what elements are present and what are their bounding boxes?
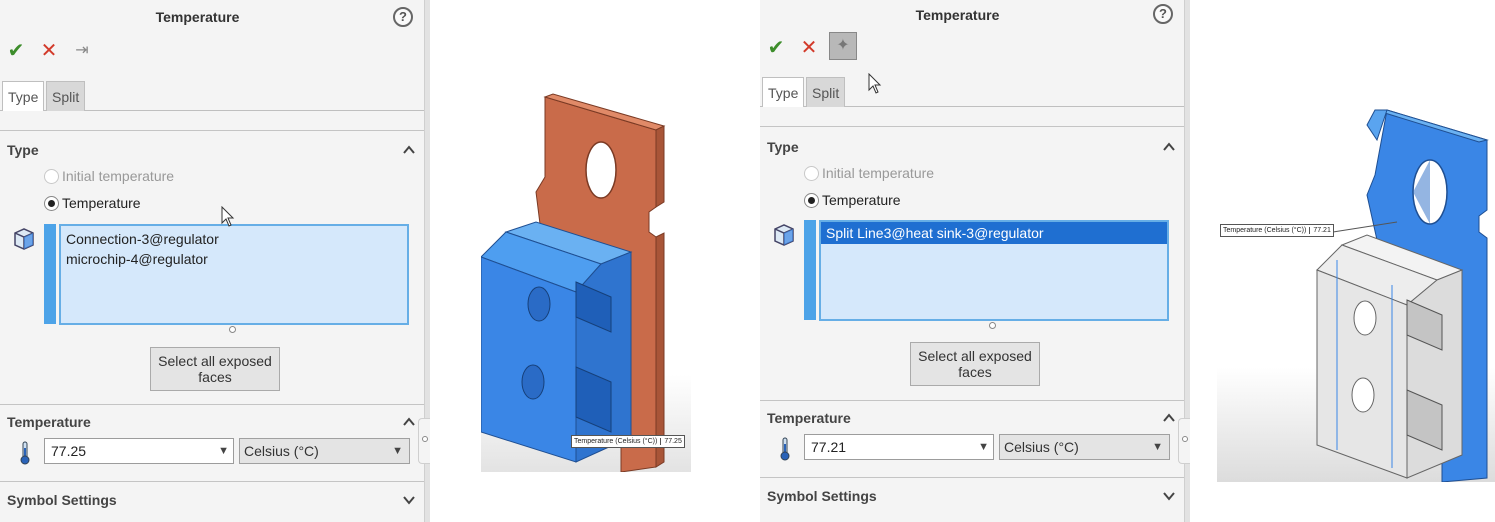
thermometer-icon [16, 440, 34, 466]
radio-button[interactable] [44, 196, 59, 211]
radio-label: Temperature [62, 195, 141, 211]
radio-initial-temperature[interactable]: Initial temperature [804, 163, 934, 183]
probe-label: Temperature (Celsius (°C)) [1223, 227, 1307, 234]
list-item[interactable]: microchip-4@regulator [66, 249, 402, 269]
temperature-section-title[interactable]: Temperature [7, 414, 91, 430]
temperature-unit-select[interactable]: Celsius (°C) ▼ [999, 434, 1170, 460]
radio-temperature[interactable]: Temperature [804, 190, 901, 210]
ok-button[interactable]: ✔ [764, 36, 788, 60]
chevron-up-icon[interactable] [1162, 411, 1176, 425]
ok-button[interactable]: ✔ [4, 39, 28, 63]
radio-initial-temperature[interactable]: Initial temperature [44, 166, 174, 186]
check-icon: ✔ [7, 40, 25, 62]
section-divider [0, 481, 424, 482]
select-all-exposed-faces-button[interactable]: Select all exposed faces [910, 342, 1040, 386]
temperature-value: 77.21 [811, 439, 847, 455]
cancel-button[interactable]: ✕ [797, 36, 821, 60]
face-selection-icon [771, 222, 797, 248]
symbol-settings-section-title[interactable]: Symbol Settings [7, 492, 117, 508]
model-render [481, 93, 666, 472]
list-resize-handle[interactable] [989, 322, 996, 329]
chevron-up-icon[interactable] [402, 415, 416, 429]
type-section-title[interactable]: Type [7, 142, 39, 158]
chevron-down-icon[interactable]: ▼ [1152, 435, 1163, 459]
tab-bar: Type Split [760, 77, 1184, 107]
panel-collapse-dot[interactable] [422, 436, 428, 442]
pushpin-icon: ⇥ [75, 42, 89, 59]
temperature-property-panel-right: Temperature ? ✔ ✕ ✦ Type Split Type Init… [760, 0, 1190, 522]
tab-type[interactable]: Type [762, 77, 805, 107]
mouse-cursor-icon [221, 205, 235, 228]
panel-title: Temperature [155, 9, 240, 25]
chevron-down-icon[interactable] [1162, 489, 1176, 503]
chevron-down-icon[interactable]: ▼ [218, 439, 229, 463]
help-icon[interactable]: ? [393, 7, 413, 27]
chevron-down-icon[interactable]: ▼ [978, 435, 989, 459]
close-icon: ✕ [800, 37, 818, 59]
list-item[interactable]: Connection-3@regulator [66, 229, 402, 249]
select-all-exposed-faces-button[interactable]: Select all exposed faces [150, 347, 280, 391]
model-render [1316, 109, 1489, 482]
unit-value: Celsius (°C) [244, 443, 319, 459]
chevron-up-icon[interactable] [1162, 140, 1176, 154]
temperature-value: 77.25 [51, 443, 87, 459]
radio-label: Initial temperature [822, 165, 935, 181]
help-icon[interactable]: ? [1153, 4, 1173, 24]
list-resize-handle[interactable] [229, 326, 236, 333]
radio-button[interactable] [804, 193, 819, 208]
temperature-section-title[interactable]: Temperature [767, 410, 851, 426]
chevron-down-icon[interactable]: ▼ [392, 439, 403, 463]
probe-value: 77.21 [1309, 227, 1331, 234]
radio-label: Initial temperature [62, 168, 175, 184]
keep-visible-button[interactable]: ✦ [829, 32, 857, 60]
radio-button[interactable] [804, 166, 819, 181]
pushpin-icon: ✦ [836, 37, 850, 54]
type-section-title[interactable]: Type [767, 139, 799, 155]
model-viewport-left[interactable]: Temperature (Celsius (°C)) 77.25 [481, 82, 691, 472]
model-viewport-right[interactable]: Temperature (Celsius (°C)) 77.21 [1217, 100, 1495, 482]
temperature-value-field[interactable]: 77.25 ▼ [44, 438, 234, 464]
section-divider [760, 126, 1184, 127]
panel-title: Temperature [915, 7, 1000, 23]
faces-selection-list[interactable]: Split Line3@heat sink-3@regulator [819, 220, 1169, 321]
probe-value: 77.25 [660, 438, 682, 445]
temperature-unit-select[interactable]: Celsius (°C) ▼ [239, 438, 410, 464]
tab-bar: Type Split [0, 81, 424, 111]
cancel-button[interactable]: ✕ [37, 39, 61, 63]
temperature-value-field[interactable]: 77.21 ▼ [804, 434, 994, 460]
chevron-down-icon[interactable] [402, 493, 416, 507]
selection-active-indicator [804, 220, 816, 320]
faces-selection-list[interactable]: Connection-3@regulator microchip-4@regul… [59, 224, 409, 325]
tab-split[interactable]: Split [46, 81, 86, 111]
probe-label: Temperature (Celsius (°C)) [574, 438, 658, 445]
face-selection-icon [11, 226, 37, 252]
tab-split[interactable]: Split [806, 77, 846, 107]
thermometer-icon [776, 436, 794, 462]
panel-collapse-dot[interactable] [1182, 436, 1188, 442]
radio-temperature[interactable]: Temperature [44, 193, 141, 213]
unit-value: Celsius (°C) [1004, 439, 1079, 455]
close-icon: ✕ [40, 40, 58, 62]
mouse-cursor-icon [868, 72, 882, 95]
temperature-probe-label: Temperature (Celsius (°C)) 77.25 [571, 435, 685, 448]
section-divider [0, 404, 424, 405]
radio-label: Temperature [822, 192, 901, 208]
section-divider [0, 130, 424, 131]
section-divider [760, 400, 1184, 401]
check-icon: ✔ [767, 37, 785, 59]
list-item[interactable]: Split Line3@heat sink-3@regulator [821, 222, 1167, 244]
keep-visible-button[interactable]: ⇥ [70, 39, 94, 63]
symbol-settings-section-title[interactable]: Symbol Settings [767, 488, 877, 504]
temperature-probe-label: Temperature (Celsius (°C)) 77.21 [1220, 224, 1334, 237]
temperature-property-panel-left: Temperature ? ✔ ✕ ⇥ Type Split Type Init… [0, 0, 430, 522]
tab-type[interactable]: Type [2, 81, 45, 111]
chevron-up-icon[interactable] [402, 143, 416, 157]
selection-active-indicator [44, 224, 56, 324]
radio-button[interactable] [44, 169, 59, 184]
section-divider [760, 477, 1184, 478]
